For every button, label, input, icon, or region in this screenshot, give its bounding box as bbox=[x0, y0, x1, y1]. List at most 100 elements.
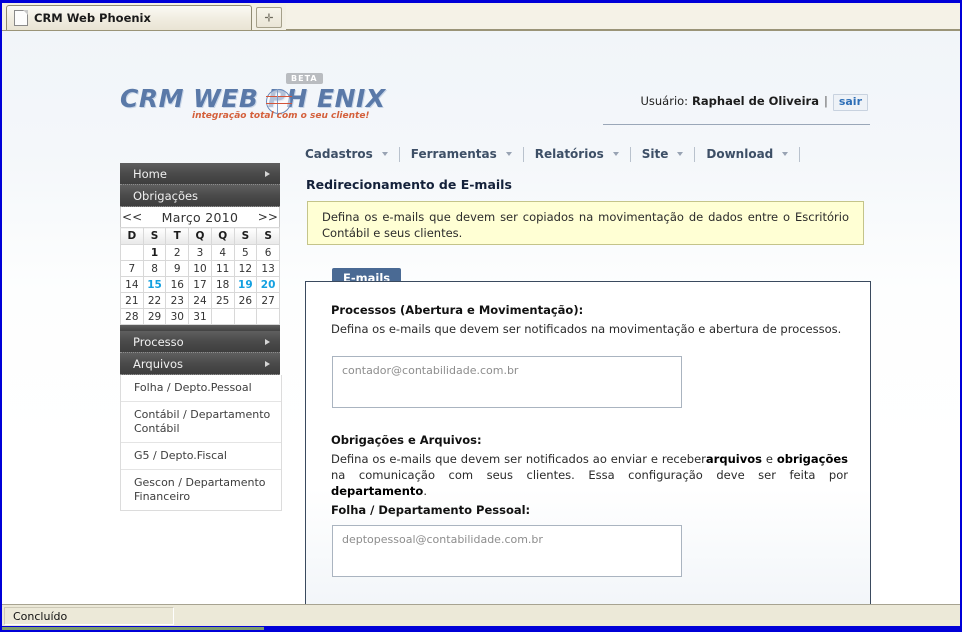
calendar-dow: S bbox=[256, 227, 280, 245]
list-item[interactable]: Gescon / Departamento Financeiro bbox=[121, 470, 281, 510]
menu-divider bbox=[694, 146, 696, 162]
menu-divider bbox=[799, 146, 801, 162]
menu-divider bbox=[522, 146, 524, 162]
sidebar-item-processo[interactable]: Processo bbox=[120, 331, 280, 353]
user-name: Raphael de Oliveira bbox=[692, 94, 819, 108]
calendar-day-empty bbox=[210, 308, 235, 325]
browser-tab-title: CRM Web Phoenix bbox=[34, 11, 151, 25]
calendar-widget: << Março 2010 >> D S T Q Q S S 123456789… bbox=[120, 207, 280, 325]
logo-tagline: integração total com o seu cliente! bbox=[192, 111, 370, 121]
sidebar-item-label: Arquivos bbox=[133, 356, 184, 371]
sidebar-item-obrigacoes[interactable]: Obrigações bbox=[120, 185, 280, 207]
sidebar-item-home[interactable]: Home bbox=[120, 163, 280, 185]
new-tab-icon: ✛ bbox=[264, 11, 274, 24]
logout-link[interactable]: sair bbox=[832, 94, 868, 111]
user-label: Usuário: bbox=[640, 94, 689, 108]
chevron-down-icon bbox=[612, 152, 619, 156]
calendar-day: 27 bbox=[256, 292, 280, 309]
calendar-day[interactable]: 15 bbox=[142, 276, 167, 293]
menu-item-relatorios[interactable]: Relatórios bbox=[535, 147, 619, 161]
calendar-dow: S bbox=[233, 227, 258, 245]
header-divider bbox=[603, 124, 870, 125]
desc-text-part2: e bbox=[761, 452, 777, 466]
beta-badge: BETA bbox=[286, 73, 323, 84]
user-bar: Usuário: Raphael de Oliveira | sair bbox=[640, 94, 868, 111]
menu-item-site[interactable]: Site bbox=[642, 147, 684, 161]
calendar-day: 10 bbox=[188, 260, 212, 277]
calendar-week-row: 7 8 9 10 11 12 13 bbox=[120, 260, 280, 277]
sidebar-item-label: Home bbox=[133, 166, 167, 181]
page-title: Redirecionamento de E-mails bbox=[306, 177, 512, 192]
site-logo[interactable]: CRM WEB PH ENIX BETA integração total co… bbox=[120, 73, 385, 125]
status-bar: Concluído bbox=[2, 604, 960, 626]
horizontal-scrollbar[interactable] bbox=[2, 627, 264, 630]
calendar-day: 31 bbox=[188, 308, 212, 325]
browser-window: CRM Web Phoenix ✛ CRM WEB PH ENIX BETA i… bbox=[0, 0, 962, 632]
menu-divider bbox=[398, 146, 400, 162]
calendar-day: 28 bbox=[120, 308, 144, 325]
calendar-prev-button[interactable]: << bbox=[120, 207, 144, 228]
logo-wordmark: CRM WEB PH ENIX bbox=[120, 84, 386, 113]
calendar-day: 6 bbox=[256, 244, 280, 261]
browser-tab-strip: CRM Web Phoenix ✛ bbox=[2, 3, 960, 31]
calendar-week-row: 14 15 16 17 18 19 20 bbox=[120, 276, 280, 293]
processos-email-field[interactable] bbox=[332, 356, 682, 408]
calendar-title: Março 2010 bbox=[143, 207, 257, 228]
chevron-down-icon bbox=[505, 152, 512, 156]
calendar-day[interactable]: 19 bbox=[233, 276, 258, 293]
calendar-day: 24 bbox=[188, 292, 212, 309]
calendar-dow: Q bbox=[188, 227, 212, 245]
calendar-day-empty bbox=[120, 244, 144, 261]
chevron-right-icon bbox=[265, 170, 270, 177]
menu-item-cadastros[interactable]: Cadastros bbox=[305, 147, 388, 161]
sidebar-item-arquivos[interactable]: Arquivos bbox=[120, 353, 280, 375]
calendar-day: 25 bbox=[210, 292, 235, 309]
calendar-day[interactable]: 20 bbox=[256, 276, 280, 293]
calendar-day: 3 bbox=[188, 244, 212, 261]
section-desc-processos: Defina os e-mails que devem ser notifica… bbox=[331, 322, 842, 336]
calendar-day: 16 bbox=[165, 276, 190, 293]
status-bar-filler bbox=[174, 606, 960, 626]
browser-tab[interactable]: CRM Web Phoenix bbox=[6, 5, 252, 30]
calendar-day: 30 bbox=[165, 308, 190, 325]
calendar-day: 18 bbox=[210, 276, 235, 293]
list-item[interactable]: Folha / Depto.Pessoal bbox=[121, 375, 281, 402]
list-item[interactable]: Contábil / Departamento Contábil bbox=[121, 402, 281, 443]
calendar-day: 9 bbox=[165, 260, 190, 277]
menu-item-label: Site bbox=[641, 147, 669, 161]
list-item[interactable]: G5 / Depto.Fiscal bbox=[121, 443, 281, 470]
calendar-day: 5 bbox=[233, 244, 258, 261]
calendar-day: 17 bbox=[188, 276, 212, 293]
calendar-body: 1 2 3 4 5 6 7 8 9 10 11 12 13 14 15 16 17 18 19 20 21 22 23 24 2… bbox=[120, 244, 280, 325]
menu-item-label: Ferramentas bbox=[410, 147, 497, 161]
menu-item-download[interactable]: Download bbox=[706, 147, 789, 161]
desc-text-part3: na comunicação com seus clientes. Essa c… bbox=[331, 468, 848, 482]
calendar-next-button[interactable]: >> bbox=[256, 207, 280, 228]
chevron-down-icon bbox=[381, 152, 388, 156]
sidebar-item-label: Processo bbox=[133, 334, 184, 349]
sidebar: Home Obrigações << Março 2010 >> D S T Q… bbox=[120, 163, 282, 511]
section-desc-obrigacoes: Defina os e-mails que devem ser notifica… bbox=[331, 451, 848, 499]
calendar-dow: D bbox=[120, 227, 144, 245]
calendar-week-row: 123456 bbox=[120, 244, 280, 261]
menu-item-ferramentas[interactable]: Ferramentas bbox=[411, 147, 512, 161]
calendar-week-row: 21 22 23 24 25 26 27 bbox=[120, 292, 280, 309]
menu-item-label: Relatórios bbox=[534, 147, 604, 161]
page-viewport: CRM WEB PH ENIX BETA integração total co… bbox=[2, 31, 960, 606]
window-bottom-edge bbox=[2, 626, 960, 630]
folha-email-field[interactable] bbox=[332, 525, 682, 577]
menu-item-label: Download bbox=[706, 147, 774, 161]
section-title-obrigacoes: Obrigações e Arquivos: bbox=[331, 433, 482, 447]
user-separator: | bbox=[823, 94, 828, 108]
calendar-day: 22 bbox=[142, 292, 167, 309]
calendar-dow: S bbox=[142, 227, 167, 245]
info-message-box: Defina os e-mails que devem ser copiados… bbox=[307, 201, 864, 245]
calendar-dow-row: D S T Q Q S S bbox=[120, 227, 280, 245]
main-menu-bar: Cadastros Ferramentas Relatórios Site Do… bbox=[305, 143, 811, 165]
new-tab-button[interactable]: ✛ bbox=[256, 7, 282, 28]
calendar-day: 4 bbox=[210, 244, 235, 261]
sidebar-item-label: Obrigações bbox=[133, 188, 199, 203]
page-body: CRM WEB PH ENIX BETA integração total co… bbox=[2, 31, 960, 606]
chevron-down-icon bbox=[677, 152, 684, 156]
calendar-header-row: << Março 2010 >> bbox=[120, 207, 280, 228]
